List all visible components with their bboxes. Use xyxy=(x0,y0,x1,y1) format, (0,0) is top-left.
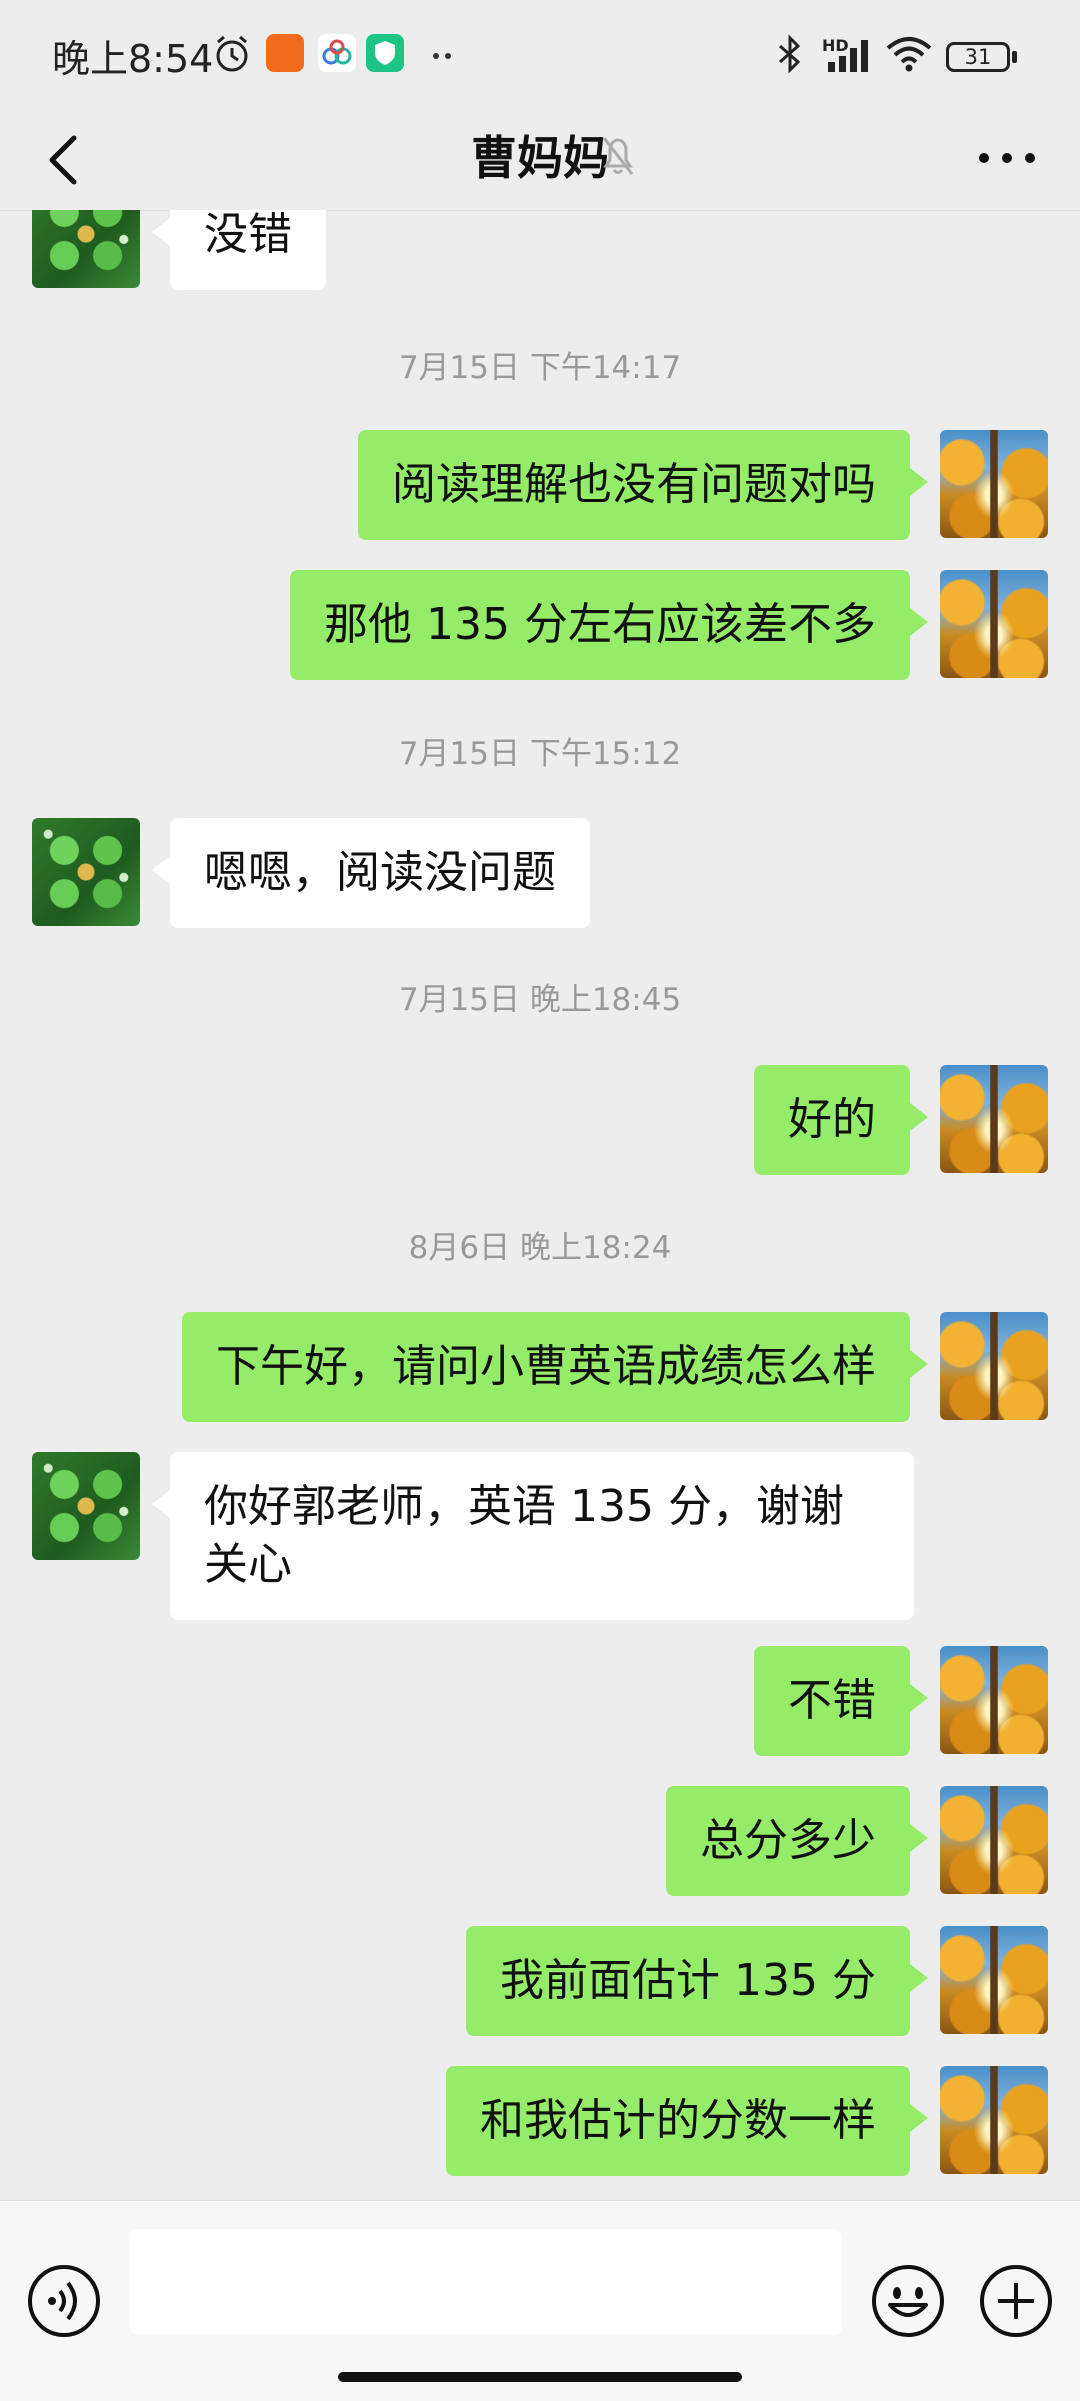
timestamp: 7月15日 下午14:17 xyxy=(398,350,682,386)
message-bubble[interactable]: 没错 xyxy=(152,210,326,290)
my-avatar[interactable] xyxy=(940,1926,1048,2034)
message-input[interactable] xyxy=(130,2229,842,2335)
message-bubble[interactable]: 不错 xyxy=(754,1646,928,1756)
my-avatar[interactable] xyxy=(940,1312,1048,1420)
input-bar xyxy=(0,2200,1080,2401)
emoji-icon[interactable] xyxy=(870,2263,946,2339)
message-bubble[interactable]: 我前面估计 135 分 xyxy=(466,1926,928,2036)
signal-icon xyxy=(828,40,868,72)
my-avatar[interactable] xyxy=(940,1786,1048,1894)
my-avatar[interactable] xyxy=(940,430,1048,538)
my-avatar[interactable] xyxy=(940,570,1048,678)
my-avatar[interactable] xyxy=(940,2066,1048,2174)
message-bubble[interactable]: 下午好，请问小曹英语成绩怎么样 xyxy=(182,1312,928,1422)
message-bubble[interactable]: 你好郭老师，英语 135 分，谢谢关心 xyxy=(152,1452,914,1620)
chat-title: 曹妈妈 xyxy=(471,131,609,185)
my-avatar[interactable] xyxy=(940,1065,1048,1173)
battery-tip xyxy=(1012,51,1017,63)
timestamp: 8月6日 晚上18:24 xyxy=(408,1230,672,1266)
timestamp: 7月15日 下午15:12 xyxy=(398,736,682,772)
message-bubble[interactable]: 阅读理解也没有问题对吗 xyxy=(358,430,928,540)
alarm-icon xyxy=(216,35,248,72)
battery-indicator: 31 xyxy=(946,42,1010,72)
message-bubble[interactable]: 总分多少 xyxy=(666,1786,928,1896)
status-bar: 晚上8:54 HD 31 xyxy=(0,0,1080,110)
voice-icon[interactable] xyxy=(26,2263,102,2339)
message-bubble[interactable]: 嗯嗯，阅读没问题 xyxy=(152,818,590,928)
contact-avatar[interactable] xyxy=(32,210,140,288)
cloud-app-icon xyxy=(318,34,356,72)
plus-icon[interactable] xyxy=(978,2263,1054,2339)
chat-header: 曹妈妈 xyxy=(0,110,1080,210)
taobao-app-icon xyxy=(266,34,304,72)
chat-area[interactable]: 没错 7月15日 下午14:17 阅读理解也没有问题对吗 那他 135 分左右应… xyxy=(0,210,1080,2200)
shield-app-icon xyxy=(366,34,404,72)
bell-off-icon xyxy=(602,137,634,175)
contact-avatar[interactable] xyxy=(32,818,140,926)
home-indicator[interactable] xyxy=(338,2372,742,2382)
timestamp: 7月15日 晚上18:45 xyxy=(398,982,682,1018)
more-notifications-icon xyxy=(433,53,451,59)
message-bubble[interactable]: 和我估计的分数一样 xyxy=(446,2066,928,2176)
more-dots-icon[interactable] xyxy=(972,138,1042,178)
wifi-icon xyxy=(886,37,932,72)
contact-avatar[interactable] xyxy=(32,1452,140,1560)
status-time: 晚上8:54 xyxy=(52,37,214,81)
battery-level: 31 xyxy=(964,45,992,69)
bluetooth-icon xyxy=(779,34,801,74)
message-bubble[interactable]: 好的 xyxy=(754,1065,928,1175)
my-avatar[interactable] xyxy=(940,1646,1048,1754)
message-bubble[interactable]: 那他 135 分左右应该差不多 xyxy=(290,570,928,680)
